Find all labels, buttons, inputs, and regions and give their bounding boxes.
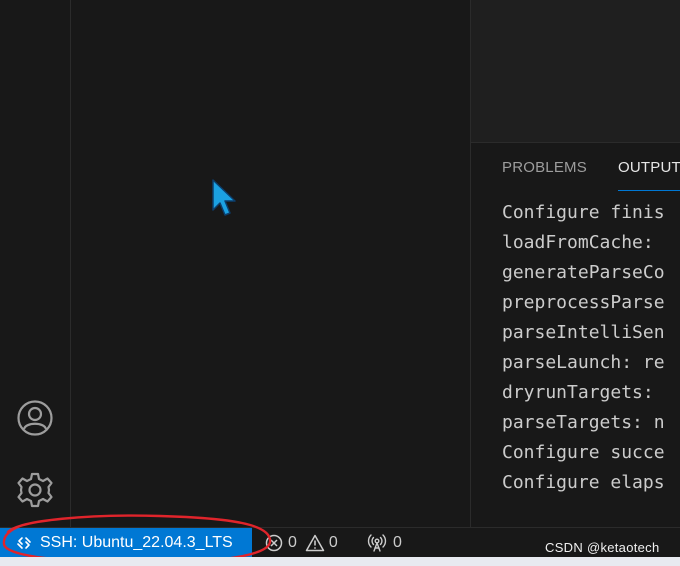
output-line: generateParseCo — [502, 262, 665, 283]
bottom-panel: PROBLEMS OUTPUT Configure finis loadFrom… — [470, 142, 680, 528]
gear-icon — [17, 472, 53, 508]
problems-indicator[interactable]: 0 0 — [264, 528, 346, 558]
error-count: 0 — [288, 534, 297, 551]
remote-indicator-button[interactable]: SSH: Ubuntu_22.04.3_LTS — [0, 528, 252, 558]
account-icon — [17, 400, 53, 436]
remote-label: SSH: Ubuntu_22.04.3_LTS — [40, 534, 233, 551]
output-log[interactable]: Configure finis loadFromCache: generateP… — [502, 198, 665, 498]
warning-icon — [305, 534, 325, 552]
output-line: preprocessParse — [502, 292, 665, 313]
watermark: CSDN @ketaotech — [545, 540, 660, 555]
editor-area — [470, 0, 680, 142]
active-tab-indicator — [618, 190, 680, 191]
mouse-pointer-icon — [212, 179, 236, 216]
ports-count: 0 — [393, 534, 402, 551]
panel-tabs: PROBLEMS OUTPUT — [471, 143, 680, 195]
tab-problems[interactable]: PROBLEMS — [502, 159, 587, 176]
account-button[interactable] — [15, 398, 55, 438]
warning-count: 0 — [328, 534, 338, 551]
tab-output[interactable]: OUTPUT — [618, 159, 680, 176]
output-line: dryrunTargets: — [502, 382, 654, 403]
broadcast-icon — [367, 534, 387, 552]
output-line: Configure elaps — [502, 472, 665, 493]
output-line: parseTargets: n — [502, 412, 665, 433]
ports-indicator[interactable]: 0 — [367, 528, 402, 558]
output-line: parseLaunch: re — [502, 352, 665, 373]
error-icon — [265, 534, 283, 552]
output-line: loadFromCache: — [502, 232, 654, 253]
bottom-strip — [0, 557, 680, 566]
output-line: Configure finis — [502, 202, 665, 223]
activity-bar — [0, 0, 71, 527]
output-line: Configure succe — [502, 442, 665, 463]
output-line: parseIntelliSen — [502, 322, 665, 343]
settings-button[interactable] — [15, 470, 55, 510]
side-panel — [71, 0, 470, 527]
remote-icon — [16, 535, 32, 551]
